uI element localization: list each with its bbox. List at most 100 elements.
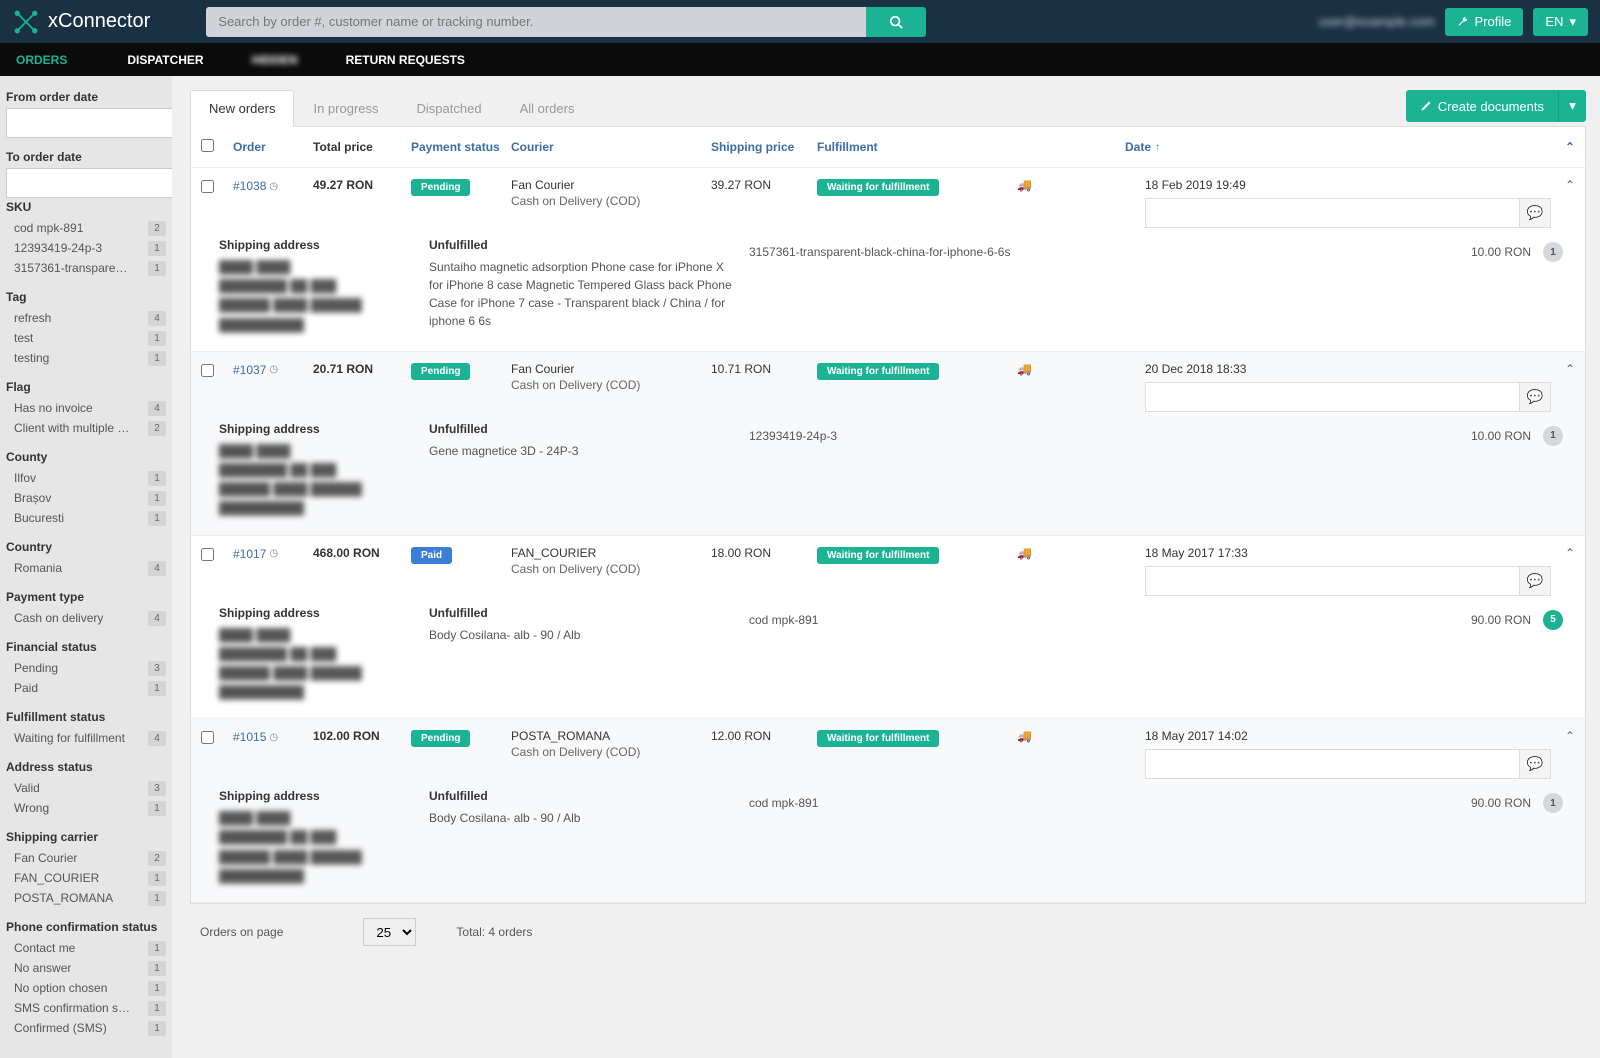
- facet-count: 1: [148, 261, 166, 276]
- filter-from-date-label: From order date: [6, 90, 166, 104]
- facet-label: Romania: [14, 559, 62, 577]
- facet-item[interactable]: Paid1: [6, 678, 166, 698]
- comment-button[interactable]: 💬: [1519, 566, 1551, 596]
- facet-item[interactable]: POSTA_ROMANA1: [6, 888, 166, 908]
- comment-input[interactable]: [1145, 749, 1519, 779]
- facet-item[interactable]: 3157361-transparent-bla...1: [6, 258, 166, 278]
- order-id-link[interactable]: #1015 ◷: [233, 730, 278, 744]
- facet-item[interactable]: testing1: [6, 348, 166, 368]
- tab-new-orders[interactable]: New orders: [190, 90, 294, 127]
- select-order-checkbox[interactable]: [201, 364, 214, 377]
- facet-count: 2: [148, 421, 166, 436]
- facet-item[interactable]: Confirmed (SMS)1: [6, 1018, 166, 1038]
- per-page-select[interactable]: 25: [363, 918, 416, 946]
- nav-hidden[interactable]: HIDDEN: [228, 43, 322, 76]
- comment-button[interactable]: 💬: [1519, 382, 1551, 412]
- facet-item[interactable]: Client with multiple orders2: [6, 418, 166, 438]
- create-documents-dropdown[interactable]: ▾: [1558, 90, 1586, 122]
- line-item-price: 90.00 RON: [1441, 796, 1531, 810]
- facet-label: 12393419-24p-3: [14, 239, 102, 257]
- tab-in-progress[interactable]: In progress: [294, 90, 397, 127]
- user-email: user@example.com: [1319, 14, 1435, 29]
- col-date[interactable]: Date ↑: [1125, 140, 1551, 154]
- order-id-link[interactable]: #1037 ◷: [233, 363, 278, 377]
- facet-item[interactable]: FAN_COURIER1: [6, 868, 166, 888]
- select-all-checkbox[interactable]: [201, 139, 214, 152]
- line-item: cod mpk-891 90.00 RON 1: [749, 789, 1575, 817]
- tab-all-orders[interactable]: All orders: [501, 90, 594, 127]
- language-button[interactable]: EN ▾: [1533, 8, 1588, 36]
- filter-financial_status-label: Financial status: [6, 640, 166, 654]
- create-documents-button[interactable]: Create documents: [1406, 90, 1558, 122]
- facet-count: 3: [148, 781, 166, 796]
- comment-input[interactable]: [1145, 198, 1519, 228]
- facet-item[interactable]: Contact me1: [6, 938, 166, 958]
- nav-orders[interactable]: ORDERS: [16, 43, 103, 76]
- comment-button[interactable]: 💬: [1519, 749, 1551, 779]
- comment-input[interactable]: [1145, 382, 1519, 412]
- facet-item[interactable]: Waiting for fulfillment4: [6, 728, 166, 748]
- select-order-checkbox[interactable]: [201, 180, 214, 193]
- facet-item[interactable]: Romania4: [6, 558, 166, 578]
- facet-item[interactable]: No option chosen1: [6, 978, 166, 998]
- tabs: New orders In progress Dispatched All or…: [190, 90, 593, 127]
- row-collapse-toggle[interactable]: ⌃: [1551, 729, 1575, 743]
- product-description: Suntaiho magnetic adsorption Phone case …: [429, 258, 739, 330]
- facet-item[interactable]: Fan Courier2: [6, 848, 166, 868]
- facet-item[interactable]: Ilfov1: [6, 468, 166, 488]
- chevron-down-icon: ▾: [1569, 14, 1576, 30]
- line-item-qty: 5: [1543, 610, 1563, 630]
- row-collapse-toggle[interactable]: ⌃: [1551, 546, 1575, 560]
- fulfillment-status-label: Unfulfilled: [429, 606, 749, 620]
- order-row: #1038 ◷ 49.27 RON Pending Fan Courier Ca…: [191, 168, 1585, 352]
- line-item: cod mpk-891 90.00 RON 5: [749, 606, 1575, 634]
- payment-method: Cash on Delivery (COD): [511, 745, 711, 759]
- speech-bubble-icon: 💬: [1527, 756, 1544, 772]
- line-item: 3157361-transparent-black-china-for-ipho…: [749, 238, 1575, 266]
- from-date-input[interactable]: [6, 108, 184, 138]
- facet-item[interactable]: refresh4: [6, 308, 166, 328]
- facet-item[interactable]: SMS confirmation sent1: [6, 998, 166, 1018]
- facet-item[interactable]: Valid3: [6, 778, 166, 798]
- comment-input[interactable]: [1145, 566, 1519, 596]
- col-fulfillment[interactable]: Fulfillment: [817, 140, 1017, 154]
- row-collapse-toggle[interactable]: ⌃: [1551, 178, 1575, 192]
- col-order[interactable]: Order: [233, 140, 313, 154]
- table-header: Order Total price Payment status Courier…: [191, 127, 1585, 168]
- order-total: 49.27 RON: [313, 178, 411, 192]
- facet-item[interactable]: 12393419-24p-31: [6, 238, 166, 258]
- courier-name: Fan Courier: [511, 178, 711, 192]
- collapse-all-toggle[interactable]: ⌃: [1551, 140, 1575, 154]
- filter-shipping_carrier-label: Shipping carrier: [6, 830, 166, 844]
- to-date-input[interactable]: [6, 168, 184, 198]
- select-order-checkbox[interactable]: [201, 548, 214, 561]
- search-button[interactable]: [866, 7, 926, 37]
- profile-button[interactable]: Profile: [1445, 8, 1524, 36]
- nav-return-requests[interactable]: RETURN REQUESTS: [322, 43, 489, 76]
- facet-item[interactable]: Cash on delivery4: [6, 608, 166, 628]
- facet-item[interactable]: cod mpk-8912: [6, 218, 166, 238]
- facet-item[interactable]: Pending3: [6, 658, 166, 678]
- col-shipping-price[interactable]: Shipping price: [711, 140, 817, 154]
- facet-item[interactable]: Bucuresti1: [6, 508, 166, 528]
- facet-item[interactable]: Has no invoice4: [6, 398, 166, 418]
- order-id-link[interactable]: #1017 ◷: [233, 547, 278, 561]
- facet-item[interactable]: Wrong1: [6, 798, 166, 818]
- facet-label: POSTA_ROMANA: [14, 889, 113, 907]
- order-id-link[interactable]: #1038 ◷: [233, 179, 278, 193]
- search-input[interactable]: [206, 7, 866, 37]
- row-collapse-toggle[interactable]: ⌃: [1551, 362, 1575, 376]
- nav-dispatcher[interactable]: DISPATCHER: [103, 43, 227, 76]
- facet-item[interactable]: No answer1: [6, 958, 166, 978]
- payment-status-badge: Pending: [411, 730, 470, 747]
- col-payment-status[interactable]: Payment status: [411, 140, 511, 154]
- comment-button[interactable]: 💬: [1519, 198, 1551, 228]
- col-courier[interactable]: Courier: [511, 140, 711, 154]
- tab-dispatched[interactable]: Dispatched: [398, 90, 501, 127]
- facet-item[interactable]: test1: [6, 328, 166, 348]
- select-order-checkbox[interactable]: [201, 731, 214, 744]
- facet-item[interactable]: Brașov1: [6, 488, 166, 508]
- clock-icon: ◷: [269, 548, 278, 559]
- facet-count: 4: [148, 731, 166, 746]
- facet-label: No answer: [14, 959, 71, 977]
